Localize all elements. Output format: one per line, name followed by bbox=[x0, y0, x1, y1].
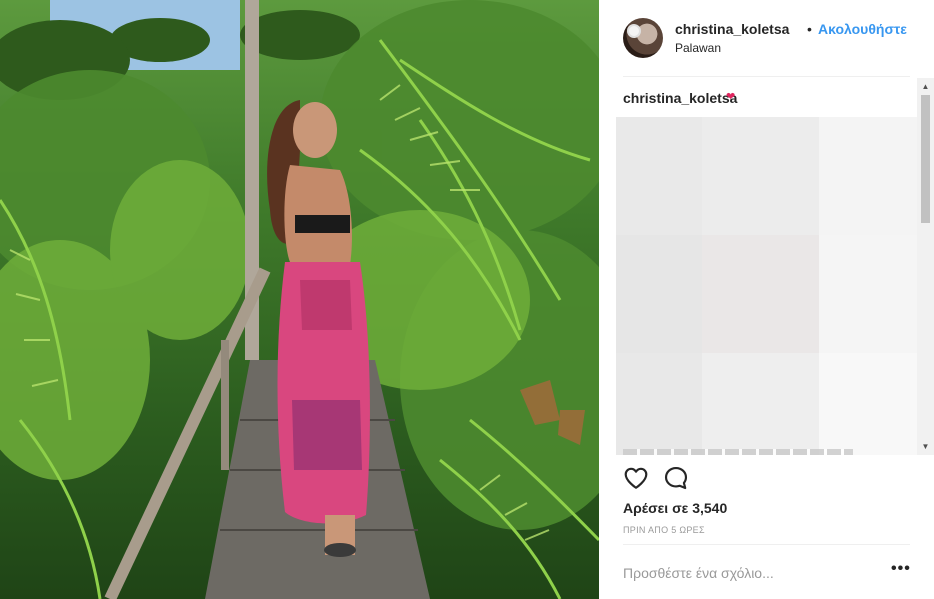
pixel-cell bbox=[616, 117, 702, 235]
follow-button[interactable]: Ακολουθήστε bbox=[818, 21, 907, 37]
comment-divider bbox=[623, 544, 910, 545]
pixel-cell bbox=[819, 235, 917, 353]
red-heart-emoji-icon: ❤ bbox=[726, 91, 736, 103]
location-link[interactable]: Palawan bbox=[675, 41, 721, 55]
user-avatar[interactable] bbox=[623, 18, 663, 58]
scroll-down-arrow-icon[interactable]: ▼ bbox=[917, 438, 934, 455]
post-side-panel: christina_koletsa • Ακολουθήστε Palawan … bbox=[599, 0, 934, 599]
jungle-photo-illustration bbox=[0, 0, 599, 599]
comment-icon[interactable] bbox=[663, 465, 689, 491]
post-photo bbox=[0, 0, 599, 599]
pixel-cell bbox=[702, 117, 819, 235]
add-comment-input[interactable] bbox=[623, 559, 873, 587]
heart-icon[interactable] bbox=[623, 465, 649, 491]
likes-count[interactable]: Αρέσει σε 3,540 bbox=[623, 500, 727, 516]
username-link[interactable]: christina_koletsa bbox=[675, 21, 789, 37]
comments-area[interactable]: christina_koletsa ❤ bbox=[616, 78, 917, 455]
pixelated-caption-region bbox=[616, 117, 917, 455]
avatar-flower-detail bbox=[629, 26, 639, 36]
blurred-caption-text bbox=[623, 449, 853, 455]
pixel-cell bbox=[819, 117, 917, 235]
scroll-up-arrow-icon[interactable]: ▲ bbox=[917, 78, 934, 95]
pixel-cell bbox=[702, 353, 819, 455]
scrollbar-thumb[interactable] bbox=[921, 95, 930, 223]
comments-scrollbar[interactable]: ▲ ▼ bbox=[917, 78, 934, 455]
more-options-button[interactable]: ••• bbox=[891, 560, 911, 578]
pixel-cell bbox=[616, 353, 702, 455]
pixel-cell bbox=[819, 353, 917, 455]
separator-dot: • bbox=[807, 21, 812, 37]
post-header: christina_koletsa • Ακολουθήστε Palawan bbox=[623, 16, 913, 60]
pixel-cell bbox=[616, 235, 702, 353]
pixel-cell bbox=[702, 235, 819, 353]
caption-username[interactable]: christina_koletsa bbox=[623, 90, 737, 106]
header-divider bbox=[623, 76, 910, 77]
post-actions bbox=[623, 465, 703, 493]
post-timestamp[interactable]: ΠΡΙΝ ΑΠΟ 5 ΩΡΕΣ bbox=[623, 525, 705, 535]
